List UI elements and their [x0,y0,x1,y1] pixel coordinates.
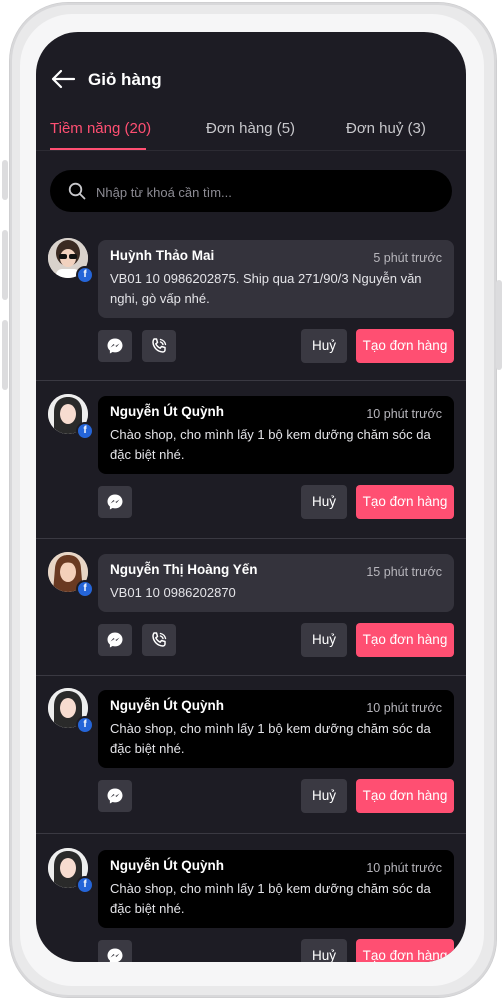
messenger-icon [107,948,123,962]
messenger-button[interactable] [98,940,132,962]
message-line: Chào shop, cho mình lấy 1 bộ kem dưỡng c… [110,427,431,442]
list-item: f Huỳnh Thảo Mai 5 phút trước VB01 10 09… [36,238,466,376]
call-button[interactable] [142,330,176,362]
create-order-button[interactable]: Tạo đơn hàng [356,623,454,657]
cancel-button[interactable]: Huỷ [301,485,347,519]
message-line: VB01 10 0986202875. Ship qua 271/90/3 Ng… [110,271,422,286]
messenger-icon [107,338,123,354]
message-bubble: Nguyễn Thị Hoàng Yến 15 phút trước VB01 … [98,554,454,612]
messenger-button[interactable] [98,780,132,812]
screen: Giỏ hàng Tiềm năng (20) Đơn hàng (5) Đơn… [36,32,466,962]
tab-orders[interactable]: Đơn hàng (5) [206,120,295,137]
messenger-button[interactable] [98,486,132,518]
divider [36,538,466,539]
message-bubble: Nguyễn Út Quỳnh 10 phút trước Chào shop,… [98,850,454,928]
message-bubble: Nguyễn Út Quỳnh 10 phút trước Chào shop,… [98,396,454,474]
message-text: VB01 10 0986202875. Ship qua 271/90/3 Ng… [110,269,442,309]
tab-bar: Tiềm năng (20) Đơn hàng (5) Đơn huỷ (3) [36,110,466,151]
message-bubble: Huỳnh Thảo Mai 5 phút trước VB01 10 0986… [98,240,454,318]
messenger-icon [107,788,123,804]
search-input[interactable] [94,170,438,214]
timestamp: 10 phút trước [366,701,442,715]
message-line: đặc biệt nhé. [110,741,185,756]
create-order-button[interactable]: Tạo đơn hàng [356,939,454,962]
active-tab-indicator [50,148,146,150]
message-text: Chào shop, cho mình lấy 1 bộ kem dưỡng c… [110,879,442,919]
list-item: f Nguyễn Út Quỳnh 10 phút trước Chào sho… [36,394,466,532]
message-line: nghi, gò vấp nhé. [110,291,210,306]
volume-up-button [2,230,8,300]
side-button [2,160,8,200]
call-button[interactable] [142,624,176,656]
message-line: đặc biệt nhé. [110,901,185,916]
cancel-button[interactable]: Huỷ [301,329,347,363]
cancel-button[interactable]: Huỷ [301,939,347,962]
message-line: đặc biệt nhé. [110,447,185,462]
create-order-button[interactable]: Tạo đơn hàng [356,779,454,813]
divider [36,675,466,676]
tab-cancelled[interactable]: Đơn huỷ (3) [346,120,426,137]
facebook-icon: f [76,876,94,894]
search-bar[interactable] [50,170,452,214]
divider [36,380,466,381]
message-bubble: Nguyễn Út Quỳnh 10 phút trước Chào shop,… [98,690,454,768]
messenger-button[interactable] [98,624,132,656]
back-arrow-icon[interactable] [50,68,76,90]
phone-call-icon [152,632,167,647]
timestamp: 10 phút trước [366,861,442,875]
list-item: f Nguyễn Út Quỳnh 10 phút trước Chào sho… [36,688,466,826]
timestamp: 10 phút trước [366,407,442,421]
message-text: Chào shop, cho mình lấy 1 bộ kem dưỡng c… [110,425,442,465]
timestamp: 5 phút trước [373,251,442,265]
cancel-button[interactable]: Huỷ [301,623,347,657]
facebook-icon: f [76,716,94,734]
divider [36,833,466,834]
volume-down-button [2,320,8,390]
create-order-button[interactable]: Tạo đơn hàng [356,485,454,519]
timestamp: 15 phút trước [366,565,442,579]
messenger-icon [107,632,123,648]
message-line: Chào shop, cho mình lấy 1 bộ kem dưỡng c… [110,721,431,736]
create-order-button[interactable]: Tạo đơn hàng [356,329,454,363]
messenger-icon [107,494,123,510]
messenger-button[interactable] [98,330,132,362]
cancel-button[interactable]: Huỷ [301,779,347,813]
message-text: Chào shop, cho mình lấy 1 bộ kem dưỡng c… [110,719,442,759]
message-line: VB01 10 0986202870 [110,585,236,600]
list-item: f Nguyễn Thị Hoàng Yến 15 phút trước VB0… [36,552,466,672]
facebook-icon: f [76,422,94,440]
page-title: Giỏ hàng [88,70,162,89]
search-icon [68,182,86,200]
message-text: VB01 10 0986202870 [110,583,442,603]
facebook-icon: f [76,266,94,284]
tab-potential[interactable]: Tiềm năng (20) [50,120,151,137]
message-line: Chào shop, cho mình lấy 1 bộ kem dưỡng c… [110,881,431,896]
phone-call-icon [152,338,167,353]
power-button [496,280,502,370]
header: Giỏ hàng [36,32,466,122]
facebook-icon: f [76,580,94,598]
list-item: f Nguyễn Út Quỳnh 10 phút trước Chào sho… [36,848,466,962]
